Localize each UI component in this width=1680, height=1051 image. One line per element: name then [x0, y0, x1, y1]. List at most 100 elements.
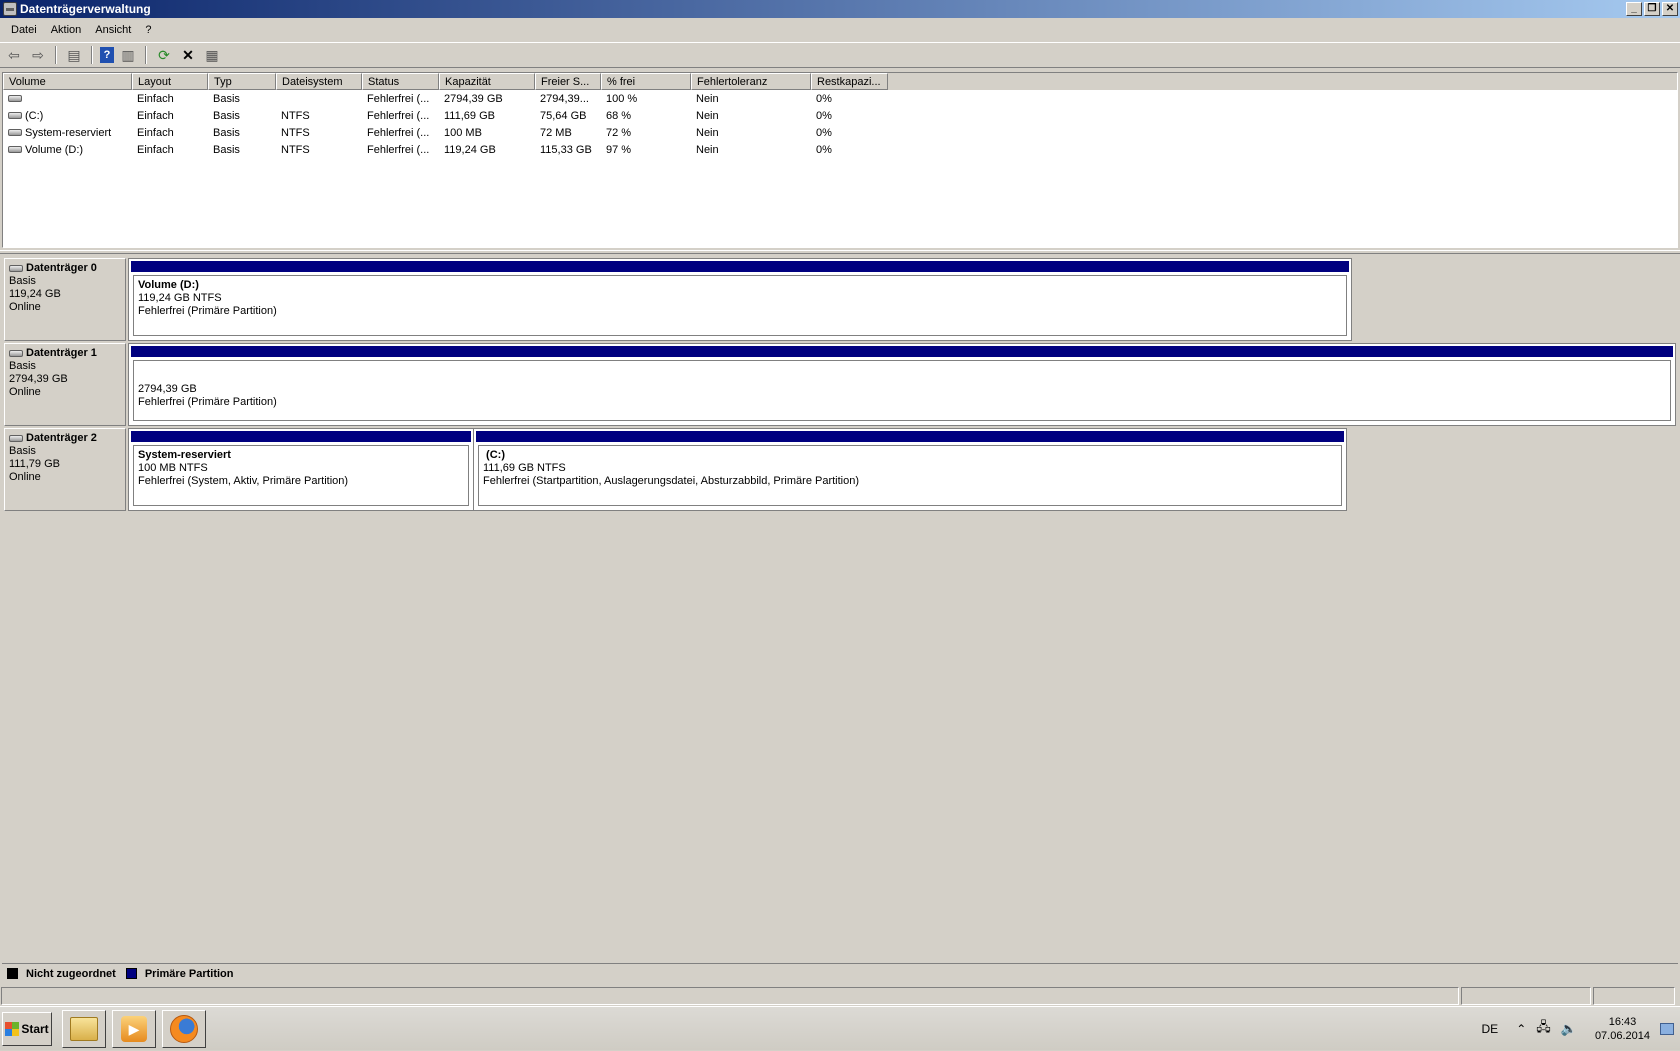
overhead-cell: 0%	[816, 143, 832, 156]
primary-partition-bar	[131, 431, 471, 442]
table-row[interactable]: (C:) Einfach Basis NTFS Fehlerfrei (... …	[3, 107, 1677, 124]
delete-icon[interactable]: ✕	[178, 45, 198, 65]
firefox-icon	[170, 1015, 198, 1043]
partition-name: Volume (D:)	[138, 279, 199, 291]
partition-c-drive[interactable]: (C:) 111,69 GB NTFS Fehlerfrei (Startpar…	[473, 428, 1347, 511]
start-button[interactable]: Start	[2, 1012, 52, 1046]
layout-cell: Einfach	[137, 109, 174, 122]
disk-size: 2794,39 GB	[9, 373, 68, 385]
partition-size: 100 MB NTFS	[138, 462, 208, 474]
partition-disk-1[interactable]: 2794,39 GB Fehlerfrei (Primäre Partition…	[128, 343, 1676, 426]
toolbar-separator	[145, 46, 147, 64]
disk-size: 111,79 GB	[9, 458, 60, 470]
overhead-cell: 0%	[816, 126, 832, 139]
windows-logo-icon	[5, 1022, 20, 1036]
status-cell: Fehlerfrei (...	[367, 126, 430, 139]
disk-graphical-view: Datenträger 0 Basis 119,24 GB Online Vol…	[2, 256, 1678, 962]
status-pane-main	[1, 987, 1459, 1005]
disk-info-2[interactable]: Datenträger 2 Basis 111,79 GB Online	[4, 428, 126, 511]
show-hidden-icons-icon[interactable]: ⌃	[1516, 1022, 1526, 1036]
partition-size: 111,69 GB NTFS	[483, 462, 566, 474]
forward-arrow-icon[interactable]: ⇨	[28, 45, 48, 65]
disk-info-1[interactable]: Datenträger 1 Basis 2794,39 GB Online	[4, 343, 126, 426]
drive-icon	[8, 146, 22, 154]
partition-details: (C:) 111,69 GB NTFS Fehlerfrei (Startpar…	[478, 445, 1342, 506]
action-pane-icon[interactable]: ▥	[118, 45, 138, 65]
volume-icon[interactable]: 🔈	[1561, 1021, 1577, 1037]
fault-tolerance-cell: Nein	[696, 92, 719, 105]
column-header-capacity[interactable]: Kapazität	[439, 73, 535, 90]
table-row[interactable]: Volume (D:) Einfach Basis NTFS Fehlerfre…	[3, 141, 1677, 158]
disk-title: Datenträger 0	[9, 262, 121, 275]
column-header-layout[interactable]: Layout	[132, 73, 208, 90]
window-controls: _ ❐ ✕	[1626, 2, 1678, 16]
media-player-taskbar-button[interactable]: ▶	[112, 1010, 156, 1048]
column-header-type[interactable]: Typ	[208, 73, 276, 90]
percent-free-cell: 97 %	[606, 143, 632, 156]
primary-partition-bar	[476, 431, 1344, 442]
media-player-icon: ▶	[121, 1016, 147, 1042]
minimize-button[interactable]: _	[1626, 2, 1642, 16]
restore-button[interactable]: ❐	[1644, 2, 1660, 16]
properties-icon[interactable]: ▦	[202, 45, 222, 65]
menu-file[interactable]: Datei	[4, 24, 44, 36]
disk-state: Online	[9, 471, 41, 483]
table-row[interactable]: System-reserviert Einfach Basis NTFS Feh…	[3, 124, 1677, 141]
menu-view[interactable]: Ansicht	[88, 24, 138, 36]
legend-unallocated: Nicht zugeordnet	[26, 967, 116, 980]
console-tree-icon[interactable]: ▤	[64, 45, 84, 65]
partition-volume-d[interactable]: Volume (D:) 119,24 GB NTFS Fehlerfrei (P…	[128, 258, 1352, 341]
percent-free-cell: 72 %	[606, 126, 632, 139]
language-indicator[interactable]: DE	[1482, 1022, 1499, 1036]
show-desktop-icon[interactable]	[1660, 1023, 1674, 1035]
volume-list-header: Volume Layout Typ Dateisystem Status Kap…	[3, 73, 1677, 90]
free-space-cell: 2794,39...	[540, 92, 589, 105]
partition-details: System-reserviert 100 MB NTFS Fehlerfrei…	[133, 445, 469, 506]
type-cell: Basis	[213, 92, 240, 105]
column-header-overhead[interactable]: Restkapazi...	[811, 73, 888, 90]
help-icon[interactable]: ?	[100, 47, 114, 63]
pane-splitter[interactable]	[0, 250, 1680, 254]
volume-list: Volume Layout Typ Dateisystem Status Kap…	[2, 72, 1678, 248]
table-row[interactable]: Einfach Basis Fehlerfrei (... 2794,39 GB…	[3, 90, 1677, 107]
menu-action[interactable]: Aktion	[44, 24, 89, 36]
system-tray: DE ⌃ 🖧 🔈 16:43 07.06.2014	[1482, 1007, 1680, 1051]
disk-state: Online	[9, 301, 41, 313]
partition-size: 119,24 GB NTFS	[138, 292, 222, 304]
toolbar-separator	[55, 46, 57, 64]
menu-help[interactable]: ?	[138, 24, 158, 36]
overhead-cell: 0%	[816, 109, 832, 122]
disk-icon	[9, 435, 23, 442]
legend: Nicht zugeordnet Primäre Partition	[2, 963, 1678, 983]
column-header-filesystem[interactable]: Dateisystem	[276, 73, 362, 90]
refresh-icon[interactable]: ⟳	[154, 45, 174, 65]
firefox-taskbar-button[interactable]	[162, 1010, 206, 1048]
primary-swatch	[125, 968, 137, 979]
unallocated-swatch	[7, 968, 18, 979]
column-header-fault-tolerance[interactable]: Fehlertoleranz	[691, 73, 811, 90]
column-header-percent-free[interactable]: % frei	[601, 73, 691, 90]
title-bar: Datenträgerverwaltung _ ❐ ✕	[0, 0, 1680, 18]
partition-system-reserved[interactable]: System-reserviert 100 MB NTFS Fehlerfrei…	[128, 428, 474, 511]
menu-bar: Datei Aktion Ansicht ?	[0, 19, 1680, 41]
column-header-free-space[interactable]: Freier S...	[535, 73, 601, 90]
volume-cell: Volume (D:)	[3, 144, 132, 156]
back-arrow-icon[interactable]: ⇦	[4, 45, 24, 65]
partition-name	[138, 364, 1666, 377]
legend-primary: Primäre Partition	[144, 967, 234, 980]
disk-row-2: Datenträger 2 Basis 111,79 GB Online Sys…	[4, 428, 1349, 511]
volume-name: (C:)	[25, 109, 44, 122]
drive-icon	[8, 112, 22, 120]
network-icon[interactable]: 🖧	[1536, 1018, 1551, 1040]
disk-info-0[interactable]: Datenträger 0 Basis 119,24 GB Online	[4, 258, 126, 341]
free-space-cell: 115,33 GB	[540, 143, 592, 156]
explorer-taskbar-button[interactable]	[62, 1010, 106, 1048]
volume-cell: System-reserviert	[3, 127, 132, 139]
partition-status: Fehlerfrei (Startpartition, Auslagerungs…	[483, 475, 860, 487]
clock[interactable]: 16:43 07.06.2014	[1595, 1015, 1650, 1043]
window-title: Datenträgerverwaltung	[20, 2, 151, 16]
column-header-volume[interactable]: Volume	[3, 73, 132, 90]
close-button[interactable]: ✕	[1662, 2, 1678, 16]
volume-name: System-reserviert	[25, 126, 112, 139]
column-header-status[interactable]: Status	[362, 73, 439, 90]
